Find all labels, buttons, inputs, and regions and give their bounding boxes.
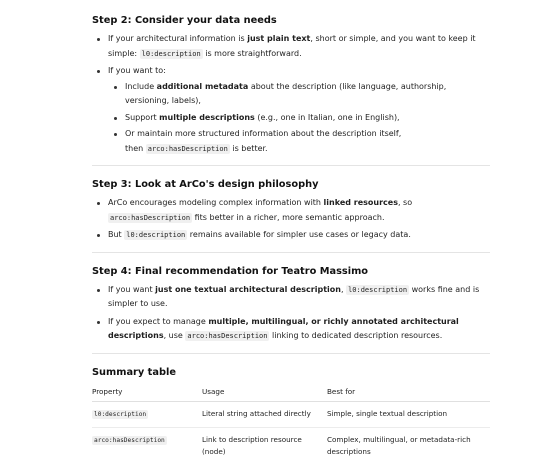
summary-table: Property Usage Best for l0:description L… (92, 385, 490, 464)
list-item: If you want to: Include additional metad… (97, 64, 490, 157)
text: If your architectural information is (108, 34, 248, 43)
table-cell-best-for: Complex, multilingual, or metadata-rich … (327, 434, 471, 456)
column-header-property: Property (92, 385, 202, 402)
list-item: Or maintain more structured information … (114, 127, 490, 156)
step3-heading: Step 3: Look at ArCo's design philosophy (92, 179, 319, 190)
inline-code: l0:description (139, 48, 203, 59)
list-item: If you want just one textual architectur… (97, 283, 490, 312)
bold-text: additional metadata (156, 81, 249, 91)
text: fits better in a richer, more semantic a… (192, 212, 385, 222)
text: then (125, 143, 146, 153)
text: , use (163, 331, 186, 340)
text: , so (397, 198, 413, 207)
bold-text: multiple descriptions (159, 112, 255, 122)
text: linking to dedicated description resourc… (269, 331, 443, 340)
table-row: l0:description Literal string attached d… (92, 401, 490, 428)
inline-code: l0:description (92, 409, 149, 419)
inline-code: arco:hasDescription (185, 331, 270, 341)
text: If you want to: (108, 66, 166, 75)
list-item: Support multiple descriptions (e.g., one… (114, 111, 490, 126)
bold-text: linked resources (323, 198, 398, 207)
step2-heading: Step 2: Consider your data needs (92, 15, 277, 26)
text: (e.g., one in Italian, one in English), (254, 112, 400, 122)
list-item: ArCo encourages modeling complex informa… (97, 196, 490, 225)
text: is more straightforward. (202, 48, 302, 58)
table-cell-property: arco:hasDescription (92, 427, 202, 464)
text: Include (125, 81, 157, 91)
text: If you want (108, 284, 156, 294)
step4-list: If you want just one textual architectur… (92, 283, 490, 344)
inline-code: l0:description (124, 230, 188, 240)
step2-section: Step 2: Consider your data needs If your… (92, 14, 490, 156)
table-row: arco:hasDescription Link to description … (92, 427, 490, 464)
step4-heading: Step 4: Final recommendation for Teatro … (92, 265, 369, 277)
step3-section: Step 3: Look at ArCo's design philosophy… (92, 178, 490, 243)
column-header-usage: Usage (202, 385, 327, 402)
step2-sublist: Include additional metadata about the de… (108, 80, 490, 157)
inline-code: arco:hasDescription (92, 435, 167, 445)
table-cell-property: l0:description (92, 401, 202, 428)
inline-code: arco:hasDescription (145, 143, 230, 154)
text: Or maintain more structured information … (125, 129, 402, 138)
summary-heading: Summary table (92, 366, 176, 378)
bold-text: just plain text (247, 34, 311, 43)
inline-code: l0:description (346, 284, 410, 295)
text: ArCo encourages modeling complex informa… (108, 198, 324, 207)
bold-text: just one textual architectural descripti… (155, 284, 341, 294)
list-item: If you expect to manage multiple, multil… (97, 315, 490, 344)
table-cell-usage: Link to description resource (node) (202, 434, 302, 456)
table-cell-best-for: Simple, single textual description (327, 401, 490, 428)
step3-list: ArCo encourages modeling complex informa… (92, 196, 490, 243)
divider (92, 352, 490, 354)
divider (92, 251, 490, 253)
text: Support (125, 112, 160, 122)
list-item: Include additional metadata about the de… (114, 80, 490, 109)
text: If you expect to manage (108, 316, 209, 326)
table-cell-usage: Literal string attached directly (202, 401, 327, 428)
inline-code: arco:hasDescription (108, 212, 193, 223)
column-header-best-for: Best for (327, 385, 490, 402)
list-item: But l0:description remains available for… (97, 228, 490, 243)
text: But (108, 230, 125, 239)
step4-section: Step 4: Final recommendation for Teatro … (92, 265, 490, 344)
document-page: Step 2: Consider your data needs If your… (0, 0, 560, 456)
divider (92, 165, 490, 166)
text: remains available for simpler use cases … (187, 230, 411, 239)
table-header-row: Property Usage Best for (92, 385, 490, 402)
list-item: If your architectural information is jus… (97, 32, 490, 61)
summary-section: Summary table Property Usage Best for l0… (92, 366, 490, 464)
step2-list: If your architectural information is jus… (92, 32, 490, 156)
text: is better. (229, 143, 268, 153)
